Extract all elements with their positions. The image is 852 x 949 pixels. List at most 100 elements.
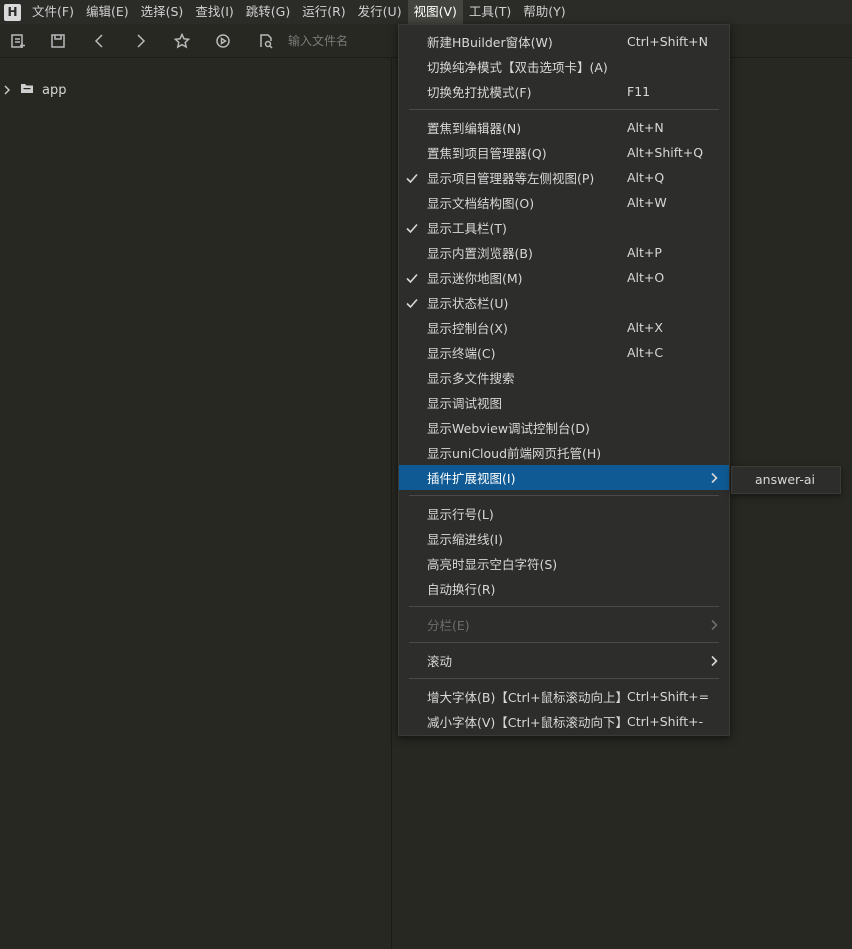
menubar: H 文件(F) 编辑(E) 选择(S) 查找(I) 跳转(G) 运行(R) 发行… <box>0 0 852 24</box>
menu-item-show-statusbar[interactable]: 显示状态栏(U) <box>399 290 729 315</box>
checkmark-icon <box>405 221 419 235</box>
menu-item-word-wrap[interactable]: 自动换行(R) <box>399 576 729 601</box>
menu-item-show-multi-file-search[interactable]: 显示多文件搜索 <box>399 365 729 390</box>
menu-item-decrease-font[interactable]: 减小字体(V)【Ctrl+鼠标滚动向下】 Ctrl+Shift+- <box>399 709 729 734</box>
menu-item-label: 显示终端(C) <box>427 346 496 361</box>
menu-item-shortcut: Ctrl+Shift+- <box>627 714 704 729</box>
menu-item-label: 显示Webview调试控制台(D) <box>427 421 590 436</box>
menu-item-label: 显示缩进线(I) <box>427 532 503 547</box>
menu-item-show-unicloud-hosting[interactable]: 显示uniCloud前端网页托管(H) <box>399 440 729 465</box>
menu-item-label: 显示状态栏(U) <box>427 296 509 311</box>
tree-item-label: app <box>42 82 67 98</box>
menu-item-do-not-disturb[interactable]: 切换免打扰模式(F) F11 <box>399 79 729 104</box>
menu-edit[interactable]: 编辑(E) <box>80 0 135 24</box>
menu-item-show-line-numbers[interactable]: 显示行号(L) <box>399 501 729 526</box>
menu-item-shortcut: Alt+W <box>627 195 667 210</box>
menu-separator <box>409 495 719 496</box>
menu-item-label: 切换纯净模式【双击选项卡】(A) <box>427 60 608 75</box>
menu-separator <box>409 109 719 110</box>
menu-item-split-view: 分栏(E) <box>399 612 729 637</box>
menu-item-scroll[interactable]: 滚动 <box>399 648 729 673</box>
menu-separator <box>409 606 719 607</box>
chevron-right-icon <box>709 655 719 667</box>
menu-goto[interactable]: 跳转(G) <box>240 0 296 24</box>
tree-item-app[interactable]: app <box>0 80 66 100</box>
menu-file[interactable]: 文件(F) <box>26 0 80 24</box>
menu-item-show-left-view[interactable]: 显示项目管理器等左侧视图(P) Alt+Q <box>399 165 729 190</box>
menu-item-label: 显示迷你地图(M) <box>427 271 523 286</box>
menu-item-label: 高亮时显示空白字符(S) <box>427 557 558 572</box>
search-file-icon[interactable] <box>257 32 275 50</box>
menu-item-show-browser[interactable]: 显示内置浏览器(B) Alt+P <box>399 240 729 265</box>
menu-item-show-outline[interactable]: 显示文档结构图(O) Alt+W <box>399 190 729 215</box>
menu-find[interactable]: 查找(I) <box>189 0 239 24</box>
checkmark-icon <box>405 296 419 310</box>
menu-item-show-indent-guides[interactable]: 显示缩进线(I) <box>399 526 729 551</box>
menu-item-label: 切换免打扰模式(F) <box>427 85 532 100</box>
menu-publish[interactable]: 发行(U) <box>352 0 408 24</box>
plugin-views-submenu: answer-ai <box>731 466 841 494</box>
menu-item-label: 显示行号(L) <box>427 507 494 522</box>
menu-item-shortcut: Alt+O <box>627 270 665 285</box>
menu-item-show-terminal[interactable]: 显示终端(C) Alt+C <box>399 340 729 365</box>
menu-item-shortcut: Alt+Shift+Q <box>627 145 704 160</box>
menu-item-label: 显示uniCloud前端网页托管(H) <box>427 446 602 461</box>
menu-item-label: 增大字体(B)【Ctrl+鼠标滚动向上】 <box>427 690 629 705</box>
menu-view[interactable]: 视图(V) <box>407 0 463 24</box>
menu-help[interactable]: 帮助(Y) <box>517 0 571 24</box>
menu-item-label: 置焦到项目管理器(Q) <box>427 146 547 161</box>
menu-item-show-debug-view[interactable]: 显示调试视图 <box>399 390 729 415</box>
chevron-right-icon <box>709 619 719 631</box>
menu-run[interactable]: 运行(R) <box>296 0 351 24</box>
chevron-right-icon <box>709 472 719 484</box>
menu-item-plugin-views[interactable]: 插件扩展视图(I) <box>399 465 729 490</box>
menu-item-show-minimap[interactable]: 显示迷你地图(M) Alt+O <box>399 265 729 290</box>
menu-item-label: 显示多文件搜索 <box>427 371 515 386</box>
folder-icon <box>20 82 36 98</box>
menu-item-label: 置焦到编辑器(N) <box>427 121 522 136</box>
menu-item-shortcut: Ctrl+Shift+= <box>627 689 710 704</box>
menu-item-label: 减小字体(V)【Ctrl+鼠标滚动向下】 <box>427 715 629 730</box>
menu-item-increase-font[interactable]: 增大字体(B)【Ctrl+鼠标滚动向上】 Ctrl+Shift+= <box>399 684 729 709</box>
menu-item-show-whitespace[interactable]: 高亮时显示空白字符(S) <box>399 551 729 576</box>
menu-item-label: 显示调试视图 <box>427 396 503 411</box>
menu-item-label: 新建HBuilder窗体(W) <box>427 35 553 50</box>
chevron-right-icon[interactable] <box>0 85 14 95</box>
new-file-icon[interactable] <box>9 32 27 50</box>
save-icon[interactable] <box>49 32 67 50</box>
menu-item-shortcut: Alt+P <box>627 245 662 260</box>
forward-icon[interactable] <box>131 32 149 50</box>
star-icon[interactable] <box>173 32 191 50</box>
menu-item-label: 分栏(E) <box>427 618 470 633</box>
menu-item-label: 插件扩展视图(I) <box>427 471 516 486</box>
view-menu-dropdown: 新建HBuilder窗体(W) Ctrl+Shift+N 切换纯净模式【双击选项… <box>398 24 730 736</box>
menu-item-focus-editor[interactable]: 置焦到编辑器(N) Alt+N <box>399 115 729 140</box>
menu-item-show-console[interactable]: 显示控制台(X) Alt+X <box>399 315 729 340</box>
menu-item-shortcut: Alt+Q <box>627 170 665 185</box>
menu-item-label: 显示控制台(X) <box>427 321 508 336</box>
file-name-input[interactable] <box>286 32 400 50</box>
menu-item-label: 显示内置浏览器(B) <box>427 246 533 261</box>
menu-item-label: 显示工具栏(T) <box>427 221 507 236</box>
run-icon[interactable] <box>214 32 232 50</box>
menu-item-shortcut: Alt+N <box>627 120 664 135</box>
menu-item-shortcut: F11 <box>627 84 651 99</box>
menu-item-shortcut: Alt+C <box>627 345 664 360</box>
menu-select[interactable]: 选择(S) <box>135 0 190 24</box>
back-icon[interactable] <box>91 32 109 50</box>
menu-item-focus-project-manager[interactable]: 置焦到项目管理器(Q) Alt+Shift+Q <box>399 140 729 165</box>
checkmark-icon <box>405 171 419 185</box>
menu-item-show-toolbar[interactable]: 显示工具栏(T) <box>399 215 729 240</box>
menu-item-pure-mode[interactable]: 切换纯净模式【双击选项卡】(A) <box>399 54 729 79</box>
menu-item-show-webview-console[interactable]: 显示Webview调试控制台(D) <box>399 415 729 440</box>
menu-item-label: 显示项目管理器等左侧视图(P) <box>427 171 595 186</box>
menu-item-label: 显示文档结构图(O) <box>427 196 535 211</box>
panel-divider <box>391 58 392 949</box>
menu-item-label: 自动换行(R) <box>427 582 496 597</box>
submenu-item-answer-ai[interactable]: answer-ai <box>755 472 815 487</box>
menu-tools[interactable]: 工具(T) <box>463 0 517 24</box>
menu-item-shortcut: Ctrl+Shift+N <box>627 34 708 49</box>
menu-separator <box>409 678 719 679</box>
menu-item-shortcut: Alt+X <box>627 320 663 335</box>
menu-item-new-window[interactable]: 新建HBuilder窗体(W) Ctrl+Shift+N <box>399 29 729 54</box>
